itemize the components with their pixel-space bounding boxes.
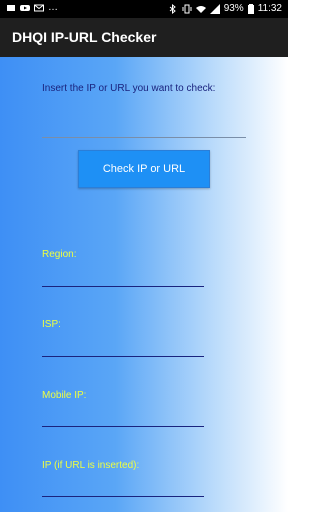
status-right-icons: 93% 11:32 — [168, 3, 282, 14]
battery-icon — [247, 3, 254, 14]
status-left-icons: … — [6, 3, 58, 13]
status-bar: … 93% 11:32 — [0, 0, 288, 18]
check-ip-url-button[interactable]: Check IP or URL — [78, 150, 210, 188]
email-icon — [34, 4, 44, 12]
wifi-icon — [195, 5, 206, 13]
region-label: Region: — [42, 249, 77, 260]
mobile-ip-value-field — [42, 426, 204, 427]
bluetooth-icon — [169, 3, 176, 14]
status-time: 11:32 — [257, 3, 282, 14]
signal-icon — [209, 3, 220, 14]
input-prompt-label: Insert the IP or URL you want to check: — [42, 83, 216, 94]
more-icon: … — [48, 2, 58, 13]
region-value-field — [42, 286, 204, 287]
isp-label: ISP: — [42, 319, 61, 330]
ip-if-url-value-field — [42, 496, 204, 497]
vibrate-icon — [182, 4, 192, 13]
isp-value-field — [42, 356, 204, 357]
ip-url-input[interactable] — [42, 115, 246, 138]
mobile-ip-label: Mobile IP: — [42, 390, 87, 401]
youtube-icon — [20, 5, 30, 11]
battery-percent: 93% — [223, 3, 244, 14]
notification-icon — [7, 5, 15, 11]
ip-if-url-label: IP (if URL is inserted): — [42, 460, 140, 471]
app-title: DHQI IP-URL Checker — [12, 29, 157, 45]
app-bar: DHQI IP-URL Checker — [0, 18, 288, 57]
main-content: Insert the IP or URL you want to check: … — [0, 57, 288, 512]
